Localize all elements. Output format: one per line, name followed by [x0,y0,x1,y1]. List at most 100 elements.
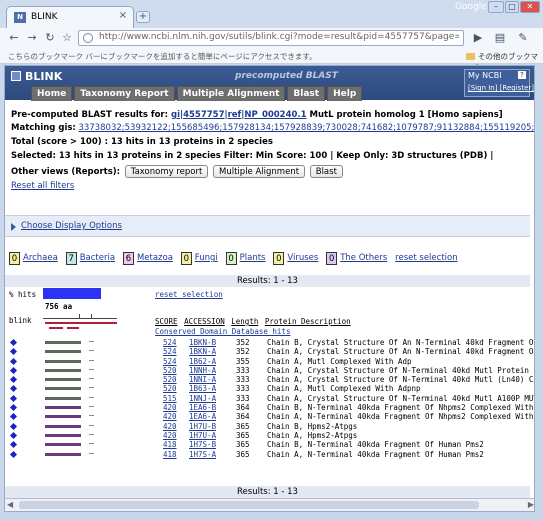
hit-diamond-icon[interactable] [9,404,18,412]
tax-label[interactable]: Viruses [287,253,318,263]
hit-diamond-icon[interactable] [9,450,18,458]
tax-label[interactable]: Bacteria [80,253,115,263]
sign-in-link[interactable]: [Sign In] [468,84,497,92]
tax-archaea[interactable]: 0 Archaea [9,252,58,265]
browser-tab[interactable]: N BLINK × [6,6,134,28]
nav-taxonomy-report[interactable]: Taxonomy Report [74,86,175,101]
hit-score[interactable]: 418 [163,450,177,459]
tax-label[interactable]: Fungi [195,253,218,263]
hit-accession[interactable]: 1B63-A [189,384,216,393]
taxonomy-report-button[interactable]: Taxonomy report [124,165,209,178]
hit-score[interactable]: 520 [163,384,177,393]
page-menu-icon[interactable]: ▤ [492,30,508,46]
hit-diamond-icon[interactable] [9,366,18,374]
hit-accession[interactable]: 1B62-A [189,357,216,366]
hit-diamond-icon[interactable] [9,385,18,393]
help-icon[interactable]: ? [518,71,526,79]
hit-diamond-icon[interactable] [9,357,18,365]
tab-close-icon[interactable]: × [119,10,127,21]
close-window-button[interactable]: ✕ [520,1,540,13]
hit-alignment-bar[interactable] [45,396,81,400]
blast-button[interactable]: Blast [309,165,343,178]
new-tab-button[interactable]: + [136,11,150,23]
bookmark-star-icon[interactable]: ☆ [59,30,75,46]
hit-accession[interactable]: 1H7U-B [189,422,216,431]
hit-accession[interactable]: 1EA6-A [189,412,216,421]
hit-alignment-bar[interactable] [45,387,81,391]
tax-fungi[interactable]: 0 Fungi [180,252,218,265]
hit-alignment-bar[interactable] [45,368,81,372]
hit-score[interactable]: 520 [163,366,177,375]
go-arrow-icon[interactable]: ▶ [470,30,486,46]
tax-bacteria[interactable]: 7 Bacteria [65,252,115,265]
choose-display-options-link[interactable]: Choose Display Options [21,221,122,231]
tax-others[interactable]: 0 The Others [326,252,387,265]
hit-diamond-icon[interactable] [9,394,18,402]
hit-score[interactable]: 524 [163,338,177,347]
hit-alignment-bar[interactable] [45,452,81,456]
scroll-right-icon[interactable]: ▶ [528,500,534,509]
nav-help[interactable]: Help [327,86,363,101]
blink-logo[interactable]: BLINK [11,70,62,83]
col-accession[interactable]: ACCESSION [184,317,225,326]
forward-arrow-icon[interactable]: → [24,30,40,46]
minimize-button[interactable]: – [488,1,504,13]
hit-diamond-icon[interactable] [9,376,18,384]
tax-label[interactable]: Plants [240,253,266,263]
hit-score[interactable]: 524 [163,357,177,366]
hit-score[interactable]: 420 [163,412,177,421]
hit-diamond-icon[interactable] [9,413,18,421]
multiple-alignment-button[interactable]: Multiple Alignment [213,165,306,178]
nav-blast[interactable]: Blast [287,86,326,101]
hit-accession[interactable]: 1BKN-A [189,347,216,356]
hit-score[interactable]: 420 [163,422,177,431]
cdd-hits-link[interactable]: Conserved Domain Database hits [155,327,290,336]
back-arrow-icon[interactable]: ← [6,30,22,46]
display-options-bar[interactable]: Choose Display Options [5,215,530,237]
reset-selection-link-2[interactable]: reset selection [155,290,223,299]
hit-diamond-icon[interactable] [9,431,18,440]
scrollbar-thumb[interactable] [19,501,479,509]
hit-alignment-bar[interactable] [45,415,81,419]
reset-selection-link[interactable]: reset selection [395,253,457,263]
domain-hit-bar[interactable] [67,327,79,329]
tax-label[interactable]: Archaea [23,253,58,263]
hit-diamond-icon[interactable] [9,441,18,449]
hit-alignment-bar[interactable] [45,378,81,382]
hit-accession[interactable]: 1EA6-B [189,403,216,412]
hit-alignment-bar[interactable] [45,359,81,363]
hit-alignment-bar[interactable] [45,341,81,344]
hit-alignment-bar[interactable] [45,433,81,437]
hit-score[interactable]: 524 [163,347,177,356]
col-length[interactable]: Length [231,317,258,326]
domain-hit-bar[interactable] [49,327,63,329]
hit-diamond-icon[interactable] [9,338,18,347]
hit-alignment-bar[interactable] [45,443,81,447]
nav-home[interactable]: Home [31,86,73,101]
tax-viruses[interactable]: 0 Viruses [273,252,318,265]
address-bar[interactable]: http://www.ncbi.nlm.nih.gov/sutils/blink… [78,30,464,46]
wrench-icon[interactable]: ✎ [515,30,531,46]
hit-diamond-icon[interactable] [9,422,18,430]
hit-accession[interactable]: 1NNH-A [189,366,216,375]
horizontal-scrollbar[interactable]: ◀ ▶ [5,498,534,511]
hit-alignment-bar[interactable] [45,350,81,354]
hit-score[interactable]: 418 [163,440,177,449]
hit-alignment-bar[interactable] [45,424,81,428]
hit-diamond-icon[interactable] [9,348,18,356]
matching-gis-link[interactable]: 33738032;53932122;155685496;157928134;15… [79,123,534,133]
hit-score[interactable]: 515 [163,394,177,403]
reset-all-filters-link[interactable]: Reset all filters [11,181,74,191]
hit-accession[interactable]: 1NNI-A [189,375,216,384]
scroll-left-icon[interactable]: ◀ [7,500,13,509]
query-gi-link[interactable]: gi|4557757|ref|NP_000240.1 [171,110,307,120]
tax-metazoa[interactable]: 6 Metazoa [122,252,173,265]
hit-accession[interactable]: 1H7S-A [189,450,216,459]
hit-alignment-bar[interactable] [45,406,81,410]
maximize-button[interactable]: □ [505,1,519,13]
register-link[interactable]: [Register] [500,84,534,92]
nav-multiple-alignment[interactable]: Multiple Alignment [176,86,286,101]
hit-accession[interactable]: 1BKN-B [189,338,216,347]
hit-accession[interactable]: 1NNJ-A [189,394,216,403]
hit-score[interactable]: 520 [163,375,177,384]
